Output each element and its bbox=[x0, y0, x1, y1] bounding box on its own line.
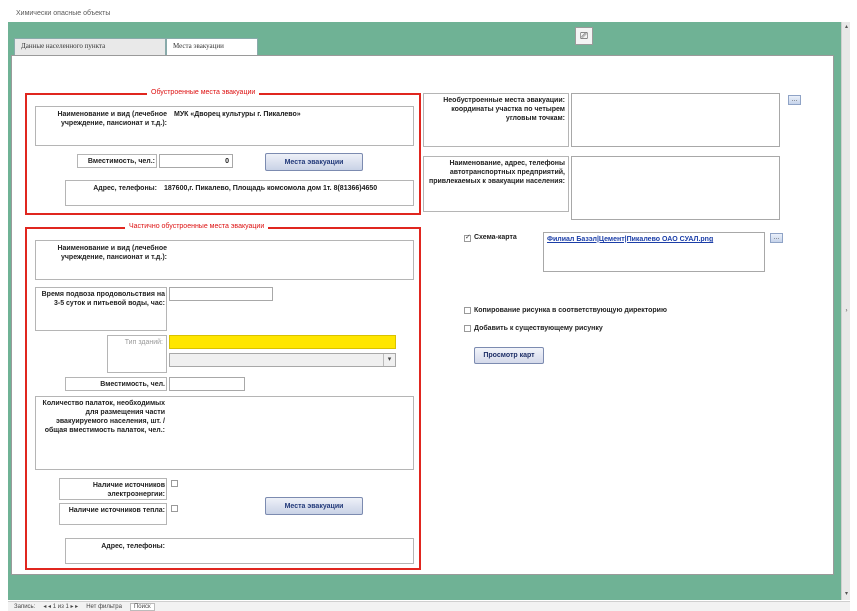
equipped-address-label: Адрес, телефоны: bbox=[93, 185, 157, 192]
equipped-name-label: Наименование и вид (лечебное учреждение,… bbox=[57, 111, 167, 127]
scheme-map-browse-button[interactable]: … bbox=[770, 233, 783, 243]
scheme-map-label: Схема-карта bbox=[474, 234, 517, 241]
partial-food-field[interactable] bbox=[169, 287, 273, 301]
document-icon: ⎚ bbox=[580, 30, 588, 42]
transport-label: Наименование, адрес, телефоны автотрансп… bbox=[428, 160, 565, 185]
partial-food-label: Время подвоза продовольствия на 3-5 суто… bbox=[41, 291, 165, 307]
partial-power-checkbox[interactable] bbox=[171, 480, 178, 487]
partial-heat-label: Наличие источников тепла: bbox=[68, 507, 165, 514]
record-navigation-bar: Запись: ◂ ◂ 1 из 1 ▸ ▸ Нет фильтра Поиск bbox=[8, 601, 850, 611]
partial-capacity-label: Вместимость, чел. bbox=[100, 381, 165, 388]
partial-power-label: Наличие источников электроэнергии: bbox=[92, 482, 165, 498]
equipped-address-field[interactable]: 187600,г. Пикалево, Площадь комсомола до… bbox=[161, 182, 411, 204]
partial-building-type-highlight bbox=[169, 335, 396, 349]
unequipped-label: Необустроенные места эвакуации: координа… bbox=[443, 97, 565, 122]
scheme-map-link[interactable]: Филиал Базэл|Цемент|Пикалево ОАО СУАЛ.pn… bbox=[547, 236, 713, 243]
filter-indicator[interactable]: Нет фильтра bbox=[86, 604, 122, 610]
equipped-group-title: Обустроенные места эвакуации bbox=[147, 89, 260, 96]
chevron-down-icon[interactable]: ▾ bbox=[383, 354, 395, 366]
copy-image-checkbox[interactable] bbox=[464, 307, 471, 314]
scroll-down-icon[interactable]: ▾ bbox=[843, 591, 850, 598]
evacuation-panel: Обустроенные места эвакуации Наименовани… bbox=[11, 55, 834, 575]
partial-places-group: Частично обустроенные места эвакуации На… bbox=[25, 223, 421, 570]
vertical-scrollbar[interactable]: ▴ › ▾ bbox=[841, 22, 850, 600]
partial-tents-field[interactable] bbox=[169, 398, 412, 436]
record-label: Запись: bbox=[14, 603, 36, 610]
unequipped-field[interactable] bbox=[571, 93, 780, 147]
window-title: Химически опасные объекты bbox=[16, 10, 111, 17]
partial-places-button[interactable]: Места эвакуации bbox=[265, 497, 363, 515]
add-image-label: Добавить к существующему рисунку bbox=[474, 325, 603, 332]
form-action-button[interactable]: ⎚ bbox=[575, 27, 593, 45]
partial-address-label: Адрес, телефоны: bbox=[101, 543, 165, 550]
scroll-thumb-icon[interactable]: › bbox=[843, 308, 850, 315]
add-image-checkbox[interactable] bbox=[464, 325, 471, 332]
partial-group-title: Частично обустроенные места эвакуации bbox=[125, 223, 269, 230]
equipped-places-group: Обустроенные места эвакуации Наименовани… bbox=[25, 89, 421, 215]
unequipped-more-button[interactable]: … bbox=[788, 95, 801, 105]
partial-capacity-field[interactable] bbox=[169, 377, 245, 391]
partial-building-type-label: Тип зданий: bbox=[124, 339, 163, 346]
partial-building-type-select[interactable]: ▾ bbox=[169, 353, 396, 367]
partial-name-label: Наименование и вид (лечебное учреждение,… bbox=[57, 245, 167, 261]
tab-settlement-data[interactable]: Данные населенного пункта bbox=[14, 38, 166, 55]
tab-evacuation-places[interactable]: Места эвакуации bbox=[166, 38, 258, 56]
scheme-map-checkbox[interactable] bbox=[464, 233, 471, 242]
scroll-up-icon[interactable]: ▴ bbox=[843, 24, 850, 31]
copy-image-label: Копирование рисунка в соответствующую ди… bbox=[474, 307, 667, 314]
transport-field[interactable] bbox=[571, 156, 780, 220]
equipped-name-field[interactable]: МУК «Дворец культуры г. Пикалево» bbox=[171, 108, 413, 144]
partial-tents-label: Количество палаток, необходимых для разм… bbox=[42, 400, 165, 434]
equipped-capacity-label: Вместимость, чел.: bbox=[87, 158, 155, 165]
record-navigator[interactable]: ◂ ◂ 1 из 1 ▸ ▸ bbox=[43, 603, 78, 610]
equipped-places-button[interactable]: Места эвакуации bbox=[265, 153, 363, 171]
scheme-map-field[interactable]: Филиал Базэл|Цемент|Пикалево ОАО СУАЛ.pn… bbox=[543, 232, 765, 272]
partial-address-field[interactable] bbox=[169, 540, 412, 562]
partial-heat-checkbox[interactable] bbox=[171, 505, 178, 512]
equipped-capacity-field[interactable]: 0 bbox=[159, 154, 233, 168]
view-maps-button[interactable]: Просмотр карт bbox=[474, 347, 544, 364]
partial-name-field[interactable] bbox=[171, 242, 411, 278]
search-input[interactable]: Поиск bbox=[129, 602, 155, 611]
